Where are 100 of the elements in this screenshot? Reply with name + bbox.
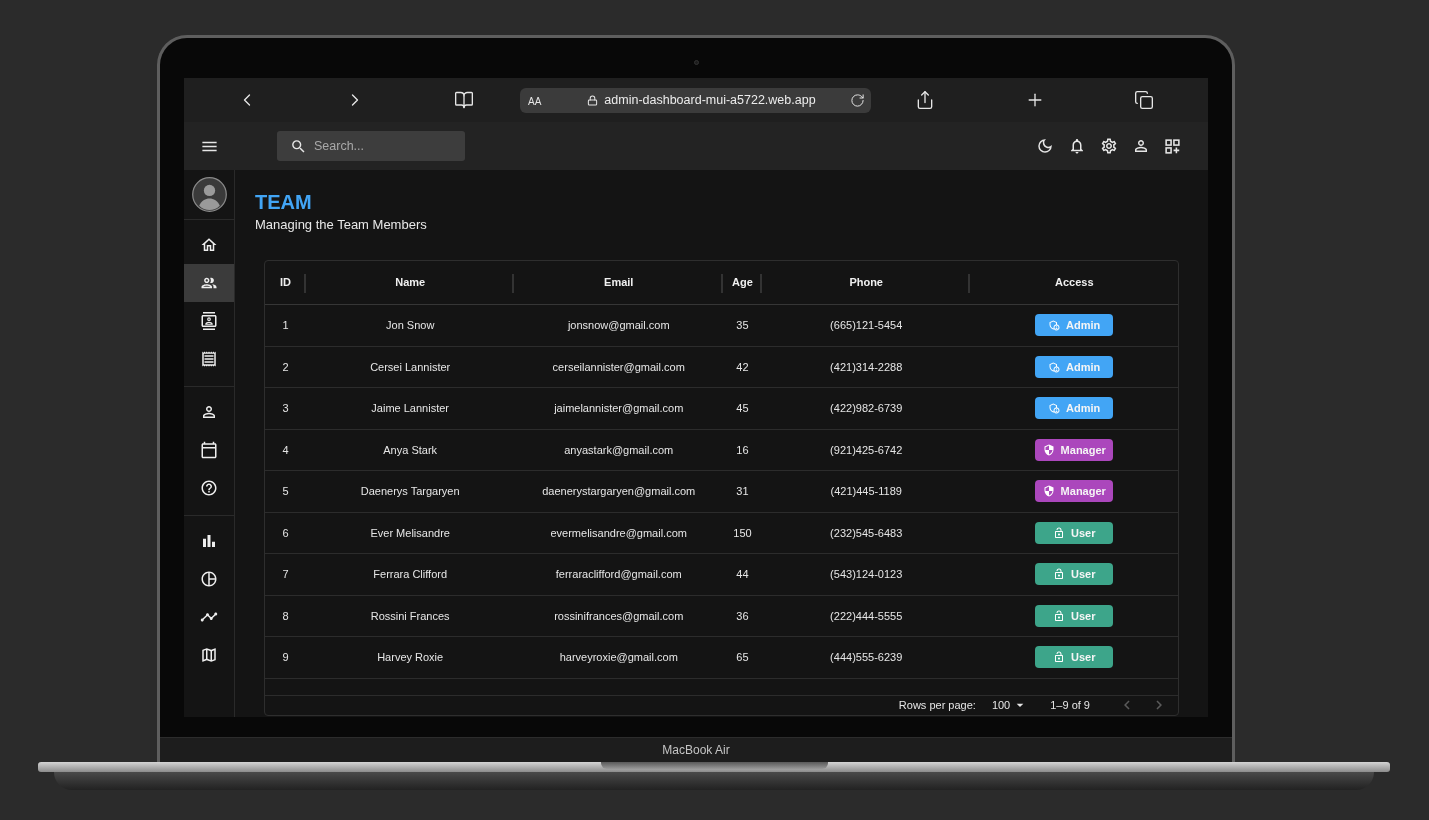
table-cell-text: 2 bbox=[282, 359, 289, 375]
table-cell-text: ferraraclifford@gmail.com bbox=[555, 567, 682, 582]
home-icon bbox=[200, 236, 218, 254]
contact-card-icon bbox=[200, 312, 218, 330]
book-icon[interactable] bbox=[454, 90, 474, 110]
table-cell-text: 36 bbox=[736, 608, 749, 624]
device-label: MacBook Air bbox=[662, 742, 730, 759]
sidebar-item[interactable] bbox=[184, 264, 234, 302]
share-icon[interactable] bbox=[915, 90, 935, 110]
column-header[interactable]: Age bbox=[732, 274, 753, 291]
table-cell-text: daenerystargaryen@gmail.com bbox=[542, 484, 696, 499]
url-text: admin-dashboard-mui-a5722.web.app bbox=[604, 91, 816, 109]
table-cell-text: harveyroxie@gmail.com bbox=[559, 650, 678, 665]
table-cell-text: Ever Melisandre bbox=[370, 525, 450, 541]
access-label: Admin bbox=[1066, 318, 1101, 333]
bell-icon[interactable] bbox=[1068, 137, 1086, 155]
help-icon bbox=[200, 479, 218, 497]
table-cell-text: 16 bbox=[736, 442, 749, 458]
table-cell-text: Rossini Frances bbox=[370, 608, 450, 624]
table-cell-text: Ferrara Clifford bbox=[373, 567, 448, 582]
access-label: Manager bbox=[1060, 442, 1106, 458]
shield-icon bbox=[1042, 485, 1055, 498]
column-header[interactable]: Email bbox=[604, 274, 634, 291]
table-cell-text: (422)982-6739 bbox=[830, 401, 903, 416]
table-cell-text: 150 bbox=[733, 525, 752, 541]
shield-icon bbox=[1042, 443, 1055, 456]
access-label: User bbox=[1071, 525, 1096, 541]
table-cell-text: jonsnow@gmail.com bbox=[567, 318, 670, 333]
table-cell-text: 31 bbox=[736, 484, 749, 499]
settings-icon[interactable] bbox=[1100, 137, 1118, 155]
table-cell-text: 4 bbox=[282, 442, 289, 458]
camera-icon bbox=[693, 60, 699, 65]
table-cell-text: 44 bbox=[736, 567, 749, 582]
map-icon bbox=[200, 646, 218, 664]
table-cell-text: 65 bbox=[736, 650, 749, 665]
access-label: Admin bbox=[1066, 401, 1101, 416]
table-cell-text: (444)555-6239 bbox=[830, 650, 903, 665]
shield-gear-icon bbox=[1048, 360, 1061, 373]
table-cell-text: 8 bbox=[282, 608, 289, 624]
calendar-icon bbox=[200, 441, 218, 459]
shield-gear-icon bbox=[1048, 319, 1061, 332]
column-header[interactable]: Phone bbox=[849, 274, 883, 291]
rows-per-page-label: Rows per page: bbox=[898, 697, 976, 713]
padlock-icon bbox=[1053, 526, 1065, 539]
table-cell-text: 3 bbox=[282, 401, 289, 416]
column-header[interactable]: ID bbox=[279, 274, 291, 291]
receipt-icon bbox=[200, 350, 218, 368]
table-cell-text: anyastark@gmail.com bbox=[564, 442, 674, 458]
table-cell-text: 45 bbox=[736, 401, 749, 416]
access-label: User bbox=[1071, 608, 1096, 624]
search-icon bbox=[290, 137, 307, 155]
grid-plus-icon[interactable] bbox=[1164, 137, 1181, 155]
table-cell-text: (543)124-0123 bbox=[830, 567, 903, 582]
table-cell-text: (222)444-5555 bbox=[830, 608, 903, 624]
table-cell-text: (421)445-1189 bbox=[830, 484, 902, 499]
column-header[interactable]: Access bbox=[1054, 274, 1094, 291]
table-cell-text: (665)121-5454 bbox=[830, 318, 903, 333]
table-cell-text: (421)314-2288 bbox=[830, 359, 903, 375]
access-label: Admin bbox=[1066, 359, 1101, 375]
access-label: User bbox=[1071, 567, 1096, 582]
page-title: TEAM bbox=[255, 190, 312, 214]
padlock-icon bbox=[1053, 568, 1065, 581]
access-label: User bbox=[1071, 650, 1096, 665]
access-label: Manager bbox=[1060, 484, 1106, 499]
page-subtitle: Managing the Team Members bbox=[255, 217, 427, 233]
table-cell-text: Jaime Lannister bbox=[371, 401, 449, 416]
table-cell-text: 35 bbox=[736, 318, 749, 333]
table-cell-text: 6 bbox=[282, 525, 289, 541]
table-cell-text: rossinifrances@gmail.com bbox=[554, 608, 684, 624]
table-cell-text: Cersei Lannister bbox=[370, 359, 451, 375]
padlock-icon bbox=[1053, 651, 1065, 664]
table-cell-text: Daenerys Targaryen bbox=[360, 484, 460, 499]
page-range: 1–9 of 9 bbox=[1050, 697, 1090, 713]
table-cell-text: 7 bbox=[282, 567, 289, 582]
person-icon bbox=[200, 403, 218, 421]
rows-per-page-select[interactable]: 100 bbox=[991, 696, 1029, 714]
column-header[interactable]: Name bbox=[395, 274, 426, 291]
bar-chart-icon bbox=[200, 532, 218, 550]
table-cell-text: (921)425-6742 bbox=[830, 442, 903, 458]
reload-icon[interactable] bbox=[850, 92, 865, 108]
address-bar[interactable]: AA admin-dashboard-mui-a5722.web.app bbox=[520, 87, 871, 113]
table-cell-text: jaimelannister@gmail.com bbox=[554, 401, 684, 416]
table-cell-text: Harvey Roxie bbox=[377, 650, 444, 665]
table-cell-text: 1 bbox=[282, 318, 289, 333]
table-cell-text: Jon Snow bbox=[386, 318, 435, 333]
shield-gear-icon bbox=[1048, 402, 1061, 415]
lock-icon bbox=[587, 94, 599, 106]
table-cell-text: evermelisandre@gmail.com bbox=[550, 525, 687, 541]
table-cell-text: 9 bbox=[282, 650, 289, 665]
table-cell-text: 42 bbox=[736, 359, 749, 375]
table-cell-text: cerseilannister@gmail.com bbox=[552, 359, 685, 375]
person-icon[interactable] bbox=[1132, 137, 1150, 155]
search-field[interactable]: Search... bbox=[277, 131, 465, 161]
text-size-button[interactable]: AA bbox=[528, 96, 542, 108]
avatar-icon[interactable] bbox=[191, 177, 227, 212]
tabs-icon[interactable] bbox=[1134, 90, 1154, 110]
table-cell-text: (232)545-6483 bbox=[830, 525, 903, 541]
table-cell-text: 5 bbox=[282, 484, 289, 499]
moon-icon[interactable] bbox=[1036, 137, 1054, 155]
table-cell-text: Anya Stark bbox=[383, 442, 438, 458]
